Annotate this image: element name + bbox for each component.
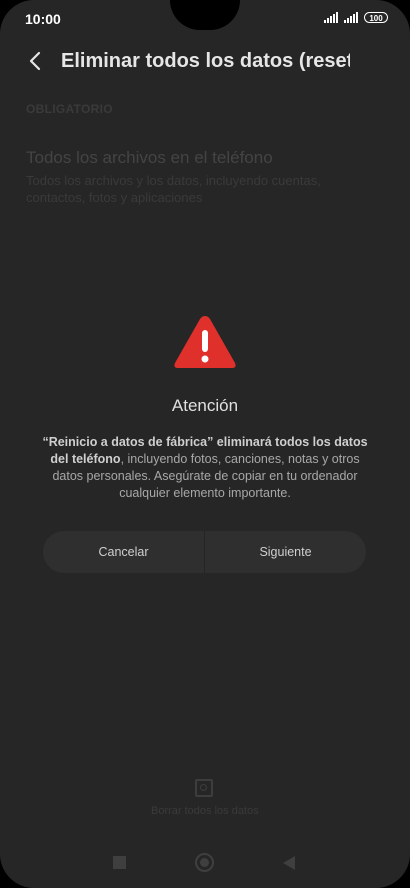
signal-icon [344,12,358,23]
status-bar: 10:00 100 [0,0,410,36]
nav-home-icon[interactable] [195,853,214,872]
back-arrow-icon[interactable] [24,49,48,73]
app-header: Eliminar todos los datos (resetear [0,40,410,84]
erase-all-data-label[interactable]: Borrar todos los datos [151,805,259,817]
item-title: Todos los archivos en el teléfono [26,148,273,167]
next-button[interactable]: Siguiente [205,531,366,573]
battery-icon: 100 [364,12,388,23]
nav-back-icon[interactable] [283,856,295,870]
dialog-message: “Reinicio a datos de fábrica” eliminará … [38,434,372,502]
signal-icon [324,12,338,23]
dialog-buttons: Cancelar Siguiente [43,531,366,573]
nav-recents-icon[interactable] [113,856,126,869]
erase-icon[interactable] [195,779,213,797]
dialog-title: Atención [171,396,239,415]
item-description: Todos los archivos y los datos, incluyen… [26,173,321,205]
section-label: OBLIGATORIO [26,102,113,116]
status-icons: 100 [324,12,388,23]
page-title: Eliminar todos los datos (resetear [61,50,350,72]
cancel-button[interactable]: Cancelar [43,531,204,573]
warning-icon [174,316,236,368]
status-time: 10:00 [25,11,61,27]
phone-screen: 10:00 100 Eliminar todos los datos (rese… [0,0,410,888]
